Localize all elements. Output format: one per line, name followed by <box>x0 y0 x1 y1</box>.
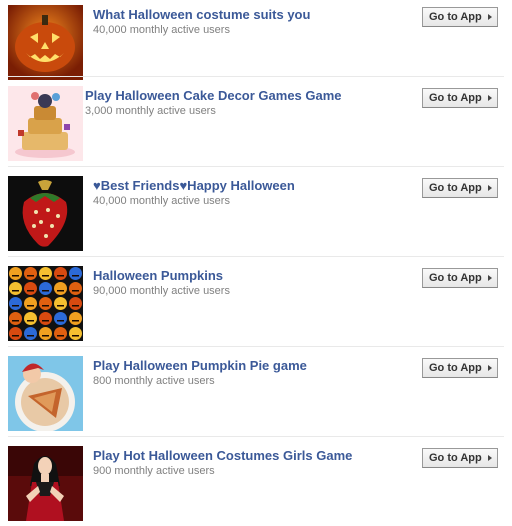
pumpkin-thumbnail[interactable] <box>8 5 83 80</box>
app-title[interactable]: Play Hot Halloween Costumes Girls Game <box>93 448 352 464</box>
arrow-right-icon <box>488 14 492 20</box>
monthly-users: 90,000 monthly active users <box>93 285 230 297</box>
app-title[interactable]: Play Halloween Cake Decor Games Game <box>85 88 342 104</box>
monthly-users: 800 monthly active users <box>93 375 215 387</box>
app-row: Play Halloween Pumpkin Pie game 800 mont… <box>0 346 512 436</box>
app-title[interactable]: ♥Best Friends♥Happy Halloween <box>93 178 295 194</box>
costume-girl-thumbnail[interactable] <box>8 446 83 521</box>
app-row: What Halloween costume suits you 40,000 … <box>0 0 512 80</box>
monthly-users: 3,000 monthly active users <box>85 105 216 117</box>
button-label: Go to App <box>429 272 482 284</box>
app-title[interactable]: What Halloween costume suits you <box>93 7 310 23</box>
row-divider <box>8 166 504 167</box>
app-title[interactable]: Play Halloween Pumpkin Pie game <box>93 358 307 374</box>
row-divider <box>8 346 504 347</box>
go-to-app-button[interactable]: Go to App <box>422 88 498 108</box>
app-row: Halloween Pumpkins 90,000 monthly active… <box>0 256 512 346</box>
pie-thumbnail[interactable] <box>8 356 83 431</box>
go-to-app-button[interactable]: Go to App <box>422 178 498 198</box>
arrow-right-icon <box>488 275 492 281</box>
row-divider <box>8 76 504 77</box>
row-divider <box>8 256 504 257</box>
monthly-users: 900 monthly active users <box>93 465 215 477</box>
button-label: Go to App <box>429 92 482 104</box>
row-divider <box>8 436 504 437</box>
strawberry-charm-thumbnail[interactable] <box>8 176 83 251</box>
app-list: What Halloween costume suits you 40,000 … <box>0 0 512 526</box>
monthly-users: 40,000 monthly active users <box>93 195 230 207</box>
button-label: Go to App <box>429 11 482 23</box>
arrow-right-icon <box>488 365 492 371</box>
app-title[interactable]: Halloween Pumpkins <box>93 268 223 284</box>
go-to-app-button[interactable]: Go to App <box>422 268 498 288</box>
go-to-app-button[interactable]: Go to App <box>422 358 498 378</box>
cake-thumbnail[interactable] <box>8 86 83 161</box>
monthly-users: 40,000 monthly active users <box>93 24 230 36</box>
button-label: Go to App <box>429 182 482 194</box>
app-row: Play Halloween Cake Decor Games Game 3,0… <box>0 76 512 166</box>
button-label: Go to App <box>429 362 482 374</box>
pumpkin-grid-thumbnail[interactable] <box>8 266 83 341</box>
button-label: Go to App <box>429 452 482 464</box>
arrow-right-icon <box>488 455 492 461</box>
go-to-app-button[interactable]: Go to App <box>422 448 498 468</box>
arrow-right-icon <box>488 185 492 191</box>
go-to-app-button[interactable]: Go to App <box>422 7 498 27</box>
app-row: ♥Best Friends♥Happy Halloween 40,000 mon… <box>0 166 512 256</box>
arrow-right-icon <box>488 95 492 101</box>
app-row: Play Hot Halloween Costumes Girls Game 9… <box>0 436 512 526</box>
